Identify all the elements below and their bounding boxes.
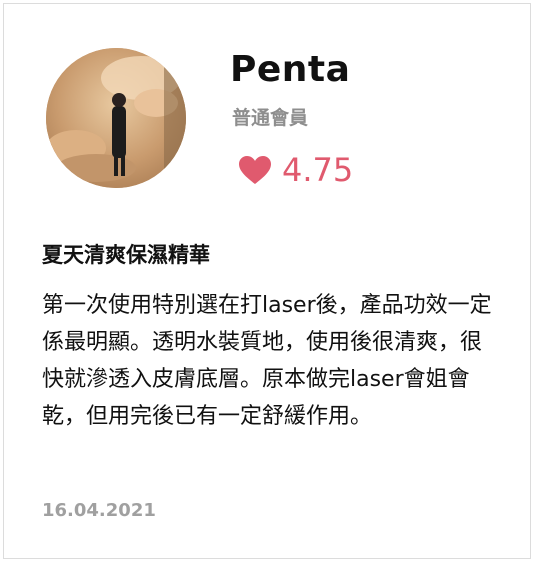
rating-value: 4.75	[282, 151, 354, 189]
rating: 4.75	[238, 150, 353, 190]
heart-icon	[239, 156, 271, 184]
review-date: 16.04.2021	[42, 500, 156, 521]
review-card: Penta 普通會員 4.75 夏天清爽保濕精華 第一次使用特別選在打laser…	[3, 3, 531, 559]
review-title: 夏天清爽保濕精華	[42, 243, 210, 267]
member-level: 普通會員	[232, 107, 309, 129]
avatar	[46, 48, 186, 188]
review-body: 第一次使用特別選在打laser後，產品功效一定係最明顯。透明水裝質地，使用後很清…	[42, 293, 492, 429]
reviewer-name: Penta	[230, 49, 351, 90]
